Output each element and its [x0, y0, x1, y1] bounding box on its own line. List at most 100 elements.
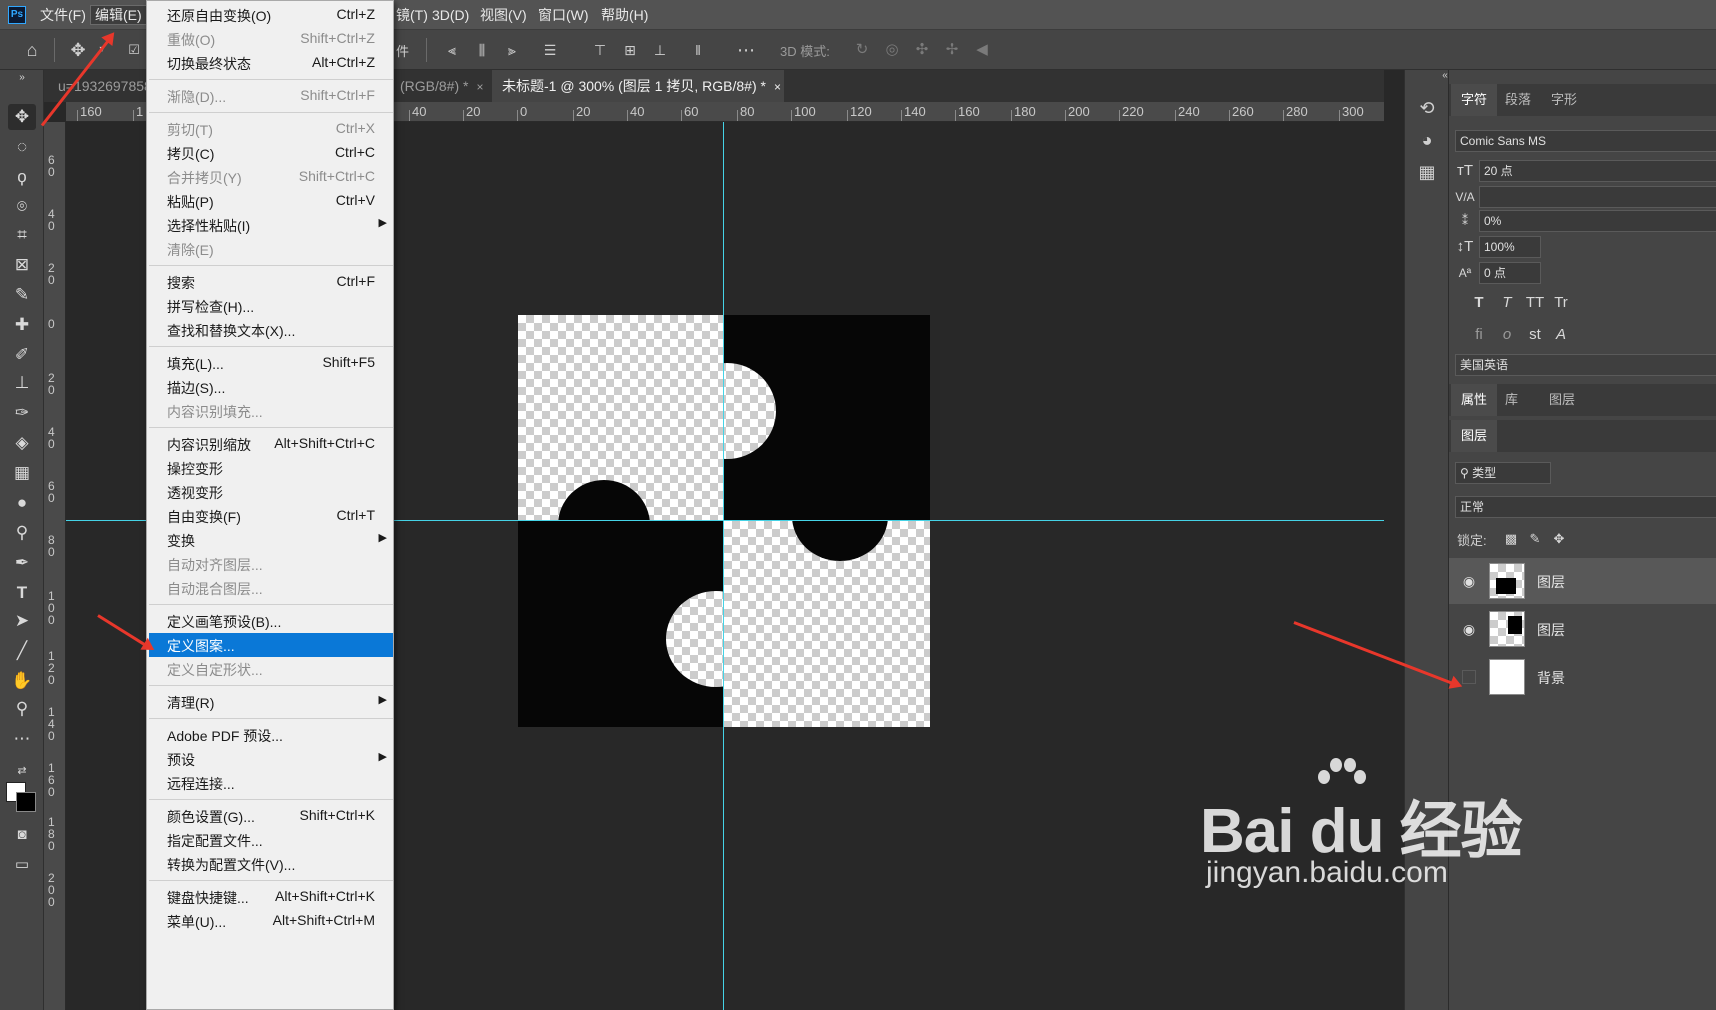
- edit-toolbar-icon[interactable]: ⋯: [8, 726, 36, 752]
- edit-menu-item[interactable]: 粘贴(P) Ctrl+V: [149, 189, 393, 213]
- healing-brush-tool-icon[interactable]: ✚: [8, 312, 36, 338]
- more-options-icon[interactable]: ⋯: [734, 38, 758, 62]
- edit-menu-item[interactable]: 填充(L)... Shift+F5: [149, 351, 393, 375]
- tracking-field[interactable]: 0%: [1479, 210, 1716, 232]
- menu-3d[interactable]: 3D(D): [428, 5, 473, 25]
- edit-menu-item[interactable]: 还原自由变换(O) Ctrl+Z: [149, 3, 393, 27]
- edit-menu-item[interactable]: 拼写检查(H)...: [149, 294, 393, 318]
- edit-menu-item[interactable]: 操控变形: [149, 456, 393, 480]
- eye-icon[interactable]: ◉: [1459, 619, 1479, 639]
- 3d-roll-icon[interactable]: ◎: [880, 38, 904, 62]
- edit-menu-item[interactable]: 定义自定形状...: [149, 657, 393, 681]
- zoom-tool-icon[interactable]: ⚲: [8, 696, 36, 722]
- tab-glyphs[interactable]: 字形: [1541, 84, 1587, 116]
- small-caps-button[interactable]: Tr: [1549, 292, 1573, 314]
- discretionary-ligatures-button[interactable]: o: [1495, 324, 1519, 346]
- edit-menu-item[interactable]: 透视变形: [149, 480, 393, 504]
- 3d-pan-icon[interactable]: ✣: [910, 38, 934, 62]
- font-size-field[interactable]: 20 点: [1479, 160, 1716, 182]
- tab-libraries[interactable]: 库: [1495, 384, 1528, 416]
- kerning-field[interactable]: [1479, 186, 1716, 208]
- type-tool-icon[interactable]: T: [8, 580, 36, 606]
- gradient-tool-icon[interactable]: ▦: [8, 460, 36, 486]
- eye-icon[interactable]: ◉: [1459, 571, 1479, 591]
- line-tool-icon[interactable]: ╱: [8, 638, 36, 664]
- dodge-tool-icon[interactable]: ⚲: [8, 520, 36, 546]
- expand-panel-icon[interactable]: »: [8, 72, 36, 84]
- tab-document-2[interactable]: (RGB/8#) * ×: [390, 70, 490, 102]
- edit-menu-item[interactable]: 渐隐(D)... Shift+Ctrl+F: [149, 84, 393, 108]
- menu-help[interactable]: 帮助(H): [597, 5, 652, 25]
- eraser-tool-icon[interactable]: ◈: [8, 430, 36, 456]
- faux-italic-button[interactable]: T: [1495, 292, 1519, 314]
- align-center-icon[interactable]: ⫼: [470, 38, 494, 62]
- edit-menu-item[interactable]: Adobe PDF 预设...: [149, 723, 393, 747]
- layer-name[interactable]: 背景: [1537, 668, 1565, 688]
- layer-filter-select[interactable]: ⚲ 类型: [1455, 462, 1551, 484]
- distribute-icon[interactable]: ‖: [686, 38, 710, 62]
- align-middle-icon[interactable]: ⊞: [618, 38, 642, 62]
- menu-filter[interactable]: 镜(T): [392, 5, 432, 25]
- tab-properties[interactable]: 属性: [1451, 384, 1498, 416]
- tab-paragraph[interactable]: 段落: [1495, 84, 1541, 116]
- close-icon[interactable]: ×: [774, 80, 781, 94]
- history-panel-icon[interactable]: ⟲: [1415, 96, 1439, 120]
- pen-tool-icon[interactable]: ✒: [8, 550, 36, 576]
- font-family-select[interactable]: Comic Sans MS: [1455, 130, 1716, 152]
- eyedropper-tool-icon[interactable]: ✎: [8, 282, 36, 308]
- edit-menu-item[interactable]: 菜单(U)... Alt+Shift+Ctrl+M: [149, 909, 393, 933]
- tab-document-active[interactable]: 未标题-1 @ 300% (图层 1 拷贝, RGB/8#) * ×: [492, 70, 784, 102]
- edit-menu-item[interactable]: 重做(O) Shift+Ctrl+Z: [149, 27, 393, 51]
- vertical-guide[interactable]: [723, 122, 724, 1010]
- quick-selection-tool-icon[interactable]: ⌾: [8, 194, 36, 220]
- blend-mode-select[interactable]: 正常: [1455, 496, 1716, 518]
- layer-name[interactable]: 图层: [1537, 572, 1565, 592]
- language-select[interactable]: 美国英语: [1455, 354, 1716, 376]
- faux-bold-button[interactable]: T: [1467, 292, 1491, 314]
- swap-colors-icon[interactable]: ⇄: [8, 758, 36, 784]
- screen-mode-icon[interactable]: ▭: [8, 852, 36, 878]
- edit-menu-item[interactable]: 自动对齐图层...: [149, 552, 393, 576]
- 3d-slide-icon[interactable]: ✢: [940, 38, 964, 62]
- edit-menu-item[interactable]: 转换为配置文件(V)...: [149, 852, 393, 876]
- tab-layers[interactable]: 图层: [1451, 420, 1498, 452]
- quick-mask-icon[interactable]: ◙: [8, 822, 36, 848]
- menu-view[interactable]: 视图(V): [476, 5, 531, 25]
- layer-row[interactable]: ◉ 图层: [1449, 606, 1716, 652]
- align-top-edges-icon[interactable]: ☰: [538, 38, 562, 62]
- edit-menu-item[interactable]: 清理(R) ▶: [149, 690, 393, 714]
- edit-menu-item[interactable]: 定义画笔预设(B)...: [149, 609, 393, 633]
- clone-stamp-tool-icon[interactable]: ⊥: [8, 370, 36, 396]
- edit-menu-item[interactable]: 内容识别缩放 Alt+Shift+Ctrl+C: [149, 432, 393, 456]
- history-brush-tool-icon[interactable]: ✑: [8, 400, 36, 426]
- hand-tool-icon[interactable]: ✋: [8, 668, 36, 694]
- blur-tool-icon[interactable]: ●: [8, 490, 36, 516]
- edit-menu-item[interactable]: 清除(E): [149, 237, 393, 261]
- edit-menu-item[interactable]: 查找和替换文本(X)...: [149, 318, 393, 342]
- move-tool-icon[interactable]: ✥: [8, 104, 36, 130]
- edit-menu-item[interactable]: 颜色设置(G)... Shift+Ctrl+K: [149, 804, 393, 828]
- edit-menu-item[interactable]: 描边(S)...: [149, 375, 393, 399]
- move-tool-preset-icon[interactable]: ✥: [66, 38, 90, 62]
- edit-menu-item[interactable]: 选择性粘贴(I) ▶: [149, 213, 393, 237]
- 3d-orbit-icon[interactable]: ↻: [850, 38, 874, 62]
- marquee-tool-icon[interactable]: ◌: [8, 134, 36, 160]
- edit-menu-item[interactable]: 自动混合图层...: [149, 576, 393, 600]
- color-palette-icon[interactable]: ◕: [1415, 128, 1439, 152]
- edit-menu-item[interactable]: 拷贝(C) Ctrl+C: [149, 141, 393, 165]
- lock-position-icon[interactable]: ✥: [1547, 528, 1571, 550]
- all-caps-button[interactable]: TT: [1523, 292, 1547, 314]
- tab-character[interactable]: 字符: [1451, 84, 1498, 116]
- path-selection-tool-icon[interactable]: ➤: [8, 608, 36, 634]
- layer-name[interactable]: 图层: [1537, 620, 1565, 640]
- edit-menu-item[interactable]: 键盘快捷键... Alt+Shift+Ctrl+K: [149, 885, 393, 909]
- frame-tool-icon[interactable]: ⊠: [8, 252, 36, 278]
- tab-layers-secondary[interactable]: 图层: [1539, 384, 1585, 416]
- baseline-shift-field[interactable]: 0 点: [1479, 262, 1541, 284]
- lasso-tool-icon[interactable]: ϙ: [8, 164, 36, 190]
- align-bottom-icon[interactable]: ⊥: [648, 38, 672, 62]
- edit-menu-item[interactable]: 预设 ▶: [149, 747, 393, 771]
- edit-menu-item[interactable]: 内容识别填充...: [149, 399, 393, 423]
- menu-file[interactable]: 文件(F): [36, 5, 90, 25]
- 3d-camera-icon[interactable]: ◀: [970, 38, 994, 62]
